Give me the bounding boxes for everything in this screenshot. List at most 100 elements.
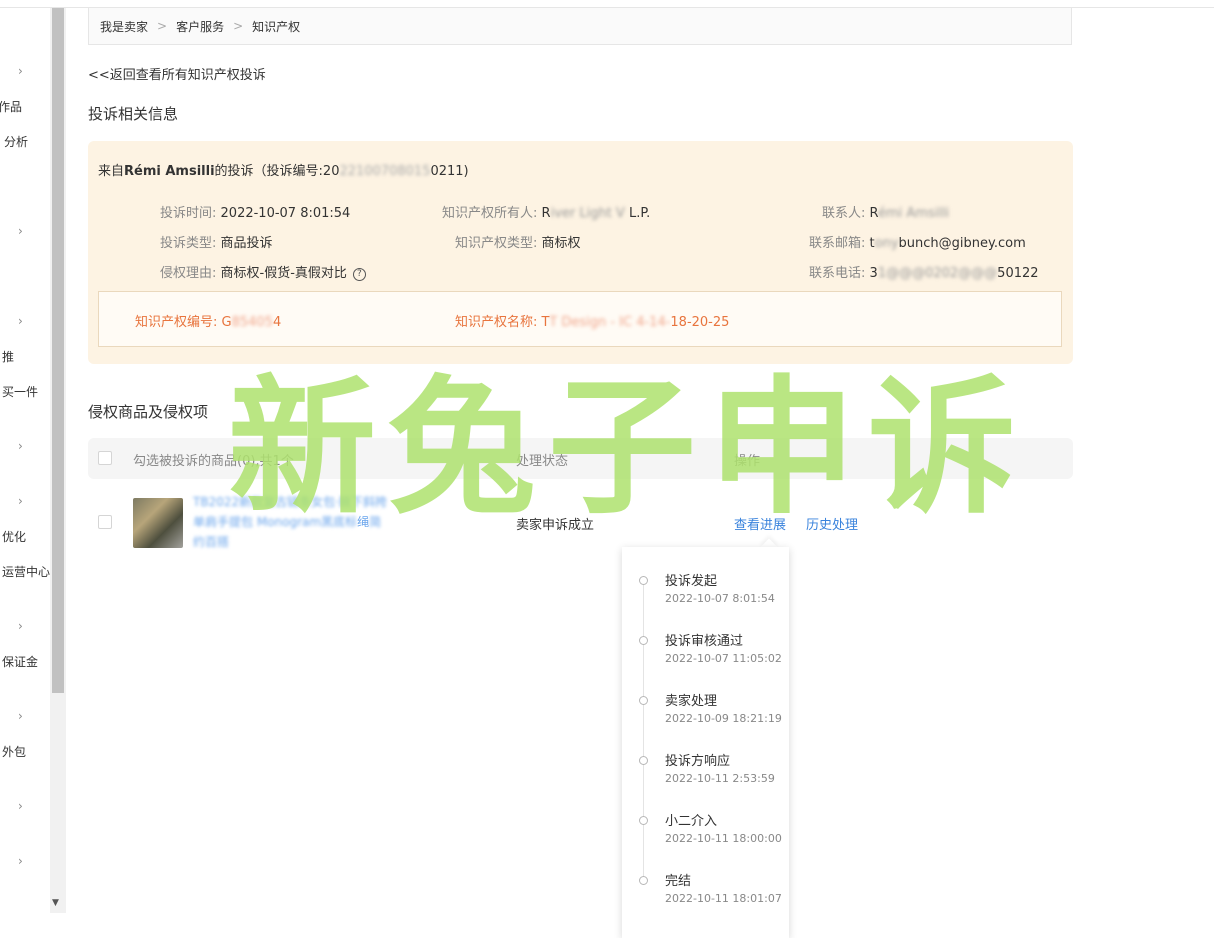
contact-email-value-end: bunch@gibney.com (898, 236, 1026, 251)
breadcrumb-separator: > (233, 19, 244, 33)
timeline-dot (639, 816, 648, 825)
breadcrumb-ip[interactable]: 知识产权 (252, 18, 300, 35)
contact-person-label: 联系人: (822, 206, 866, 221)
ip-number-label: 知识产权编号: (135, 315, 218, 330)
sidebar-item-ops-center[interactable]: 运营中心 (2, 563, 50, 580)
breadcrumb-separator: > (157, 19, 168, 33)
step-title: 卖家处理 (665, 694, 718, 709)
view-progress-link[interactable]: 查看进展 (734, 514, 786, 533)
contact-phone-value-blurred: 1@@@0202@@@ (877, 266, 998, 281)
product-title-link[interactable]: TB2022新款复古链条女包·腋下斜挎单肩手提包 Monogram黑底标绳简约百… (193, 492, 389, 552)
ip-number-end: 4 (272, 315, 282, 330)
complaint-header: 来自Rémi Amsilli的投诉（投诉编号:20221007080150211… (98, 160, 469, 179)
sidebar-scrollbar-thumb[interactable] (52, 8, 64, 693)
chevron-right-icon[interactable]: › (18, 64, 23, 78)
contact-person: 联系人: Rémi Amsilli (822, 202, 949, 221)
contact-email: 联系邮箱: tonybunch@gibney.com (809, 232, 1026, 251)
ip-owner: 知识产权所有人: River Light V L.P. (442, 202, 650, 221)
scroll-down-arrow-icon[interactable]: ▼ (52, 898, 59, 908)
contact-phone-value-start: 3 (869, 266, 878, 281)
contact-phone-label: 联系电话: (809, 266, 866, 281)
back-to-complaints-link[interactable]: <<返回查看所有知识产权投诉 (88, 64, 266, 83)
header-action: 操作 (734, 454, 761, 469)
history-link[interactable]: 历史处理 (806, 514, 858, 533)
complaint-prefix: 来自 (98, 164, 125, 179)
chevron-right-icon[interactable]: › (18, 314, 23, 328)
step-title: 小二介入 (665, 814, 718, 829)
step-time: 2022-10-11 18:00:00 (665, 832, 782, 845)
chevron-right-icon[interactable]: › (18, 619, 23, 633)
process-status: 卖家申诉成立 (516, 518, 595, 533)
sidebar-item-optimize[interactable]: 优化 (2, 528, 26, 545)
chevron-right-icon[interactable]: › (18, 439, 23, 453)
step-time: 2022-10-07 8:01:54 (665, 592, 775, 605)
infringement-reason-value: 商标权-假货-真假对比 (220, 266, 347, 281)
chevron-right-icon[interactable]: › (18, 494, 23, 508)
sidebar-item-deposit[interactable]: 保证金 (2, 653, 38, 670)
contact-person-value-start: R (869, 206, 878, 221)
ip-name-label: 知识产权名称: (455, 315, 538, 330)
complaint-time-value: 2022-10-07 8:01:54 (220, 206, 351, 221)
contact-phone-value-end: 50122 (997, 266, 1039, 281)
complaint-info-card: 来自Rémi Amsilli的投诉（投诉编号:20221007080150211… (88, 141, 1073, 364)
header-select: 勾选被投诉的商品(0),共1个 (133, 454, 294, 469)
complaint-type-value: 商品投诉 (220, 236, 273, 251)
timeline-step: 小二介入 2022-10-11 18:00:00 (622, 810, 789, 860)
product-row-checkbox[interactable] (98, 515, 112, 529)
timeline-dot (639, 876, 648, 885)
info-section-title: 投诉相关信息 (88, 105, 179, 123)
sidebar-item-buy-one[interactable]: 买一件 (2, 383, 38, 400)
breadcrumb-seller[interactable]: 我是卖家 (100, 18, 148, 35)
step-title: 投诉方响应 (665, 754, 731, 769)
step-title: 投诉发起 (665, 574, 718, 589)
infringement-reason: 侵权理由: 商标权-假货-真假对比? (160, 262, 366, 281)
step-title: 完结 (665, 874, 692, 889)
complaint-time: 投诉时间: 2022-10-07 8:01:54 (160, 202, 350, 221)
product-title-visible: 绳 (357, 515, 370, 529)
sidebar-item-outsource[interactable]: 外包 (2, 743, 26, 760)
contact-email-value-blurred: ony (874, 236, 899, 251)
step-time: 2022-10-11 18:01:07 (665, 892, 782, 905)
timeline-dot (639, 636, 648, 645)
ip-type: 知识产权类型: 商标权 (455, 232, 581, 251)
chevron-right-icon[interactable]: › (18, 224, 23, 238)
step-time: 2022-10-09 18:21:19 (665, 712, 782, 725)
ip-number-blurred: 85405 (231, 315, 273, 330)
product-thumbnail[interactable] (133, 498, 183, 548)
breadcrumb: 我是卖家 > 客户服务 > 知识产权 (88, 8, 1072, 45)
timeline-step: 卖家处理 2022-10-09 18:21:19 (622, 690, 789, 740)
sidebar-item-works[interactable]: 作品 (0, 98, 22, 115)
ip-name-end: 18-20-25 (670, 315, 730, 330)
infringement-reason-label: 侵权理由: (160, 266, 217, 281)
timeline-dot (639, 696, 648, 705)
ip-owner-label: 知识产权所有人: (442, 206, 538, 221)
ip-owner-value-blurred: iver Light V (550, 206, 625, 221)
complaint-id-blurred: 22100708015 (339, 164, 431, 179)
chevron-right-icon[interactable]: › (18, 709, 23, 723)
products-table-header: 勾选被投诉的商品(0),共1个 处理状态 操作 (88, 438, 1073, 479)
progress-popup: 投诉发起 2022-10-07 8:01:54 投诉审核通过 2022-10-0… (622, 547, 789, 938)
contact-email-label: 联系邮箱: (809, 236, 866, 251)
ip-name-blurred: T Design - IC 4-14- (549, 315, 671, 330)
ip-owner-value-end: L.P. (628, 206, 651, 221)
help-icon[interactable]: ? (352, 268, 366, 281)
chevron-right-icon[interactable]: › (18, 854, 23, 868)
ip-number-start: G (221, 315, 232, 330)
sidebar-item-analysis[interactable]: 分析 (4, 133, 28, 150)
ip-type-value: 商标权 (541, 236, 581, 251)
timeline-dot (639, 576, 648, 585)
contact-person-value-blurred: émi Amsilli (877, 206, 950, 221)
select-all-checkbox[interactable] (98, 451, 112, 465)
breadcrumb-customer-service[interactable]: 客户服务 (176, 18, 224, 35)
sidebar-item-promote[interactable]: 推 (2, 348, 14, 365)
contact-email-value-start: t (869, 236, 875, 251)
complainant-name: Rémi Amsilli (124, 164, 215, 179)
step-title: 投诉审核通过 (665, 634, 744, 649)
products-section-title: 侵权商品及侵权项 (88, 403, 209, 421)
complaint-type-label: 投诉类型: (160, 236, 217, 251)
timeline-step: 投诉审核通过 2022-10-07 11:05:02 (622, 630, 789, 680)
chevron-right-icon[interactable]: › (18, 799, 23, 813)
complaint-type: 投诉类型: 商品投诉 (160, 232, 273, 251)
timeline-step: 投诉发起 2022-10-07 8:01:54 (622, 570, 789, 620)
step-time: 2022-10-11 2:53:59 (665, 772, 775, 785)
